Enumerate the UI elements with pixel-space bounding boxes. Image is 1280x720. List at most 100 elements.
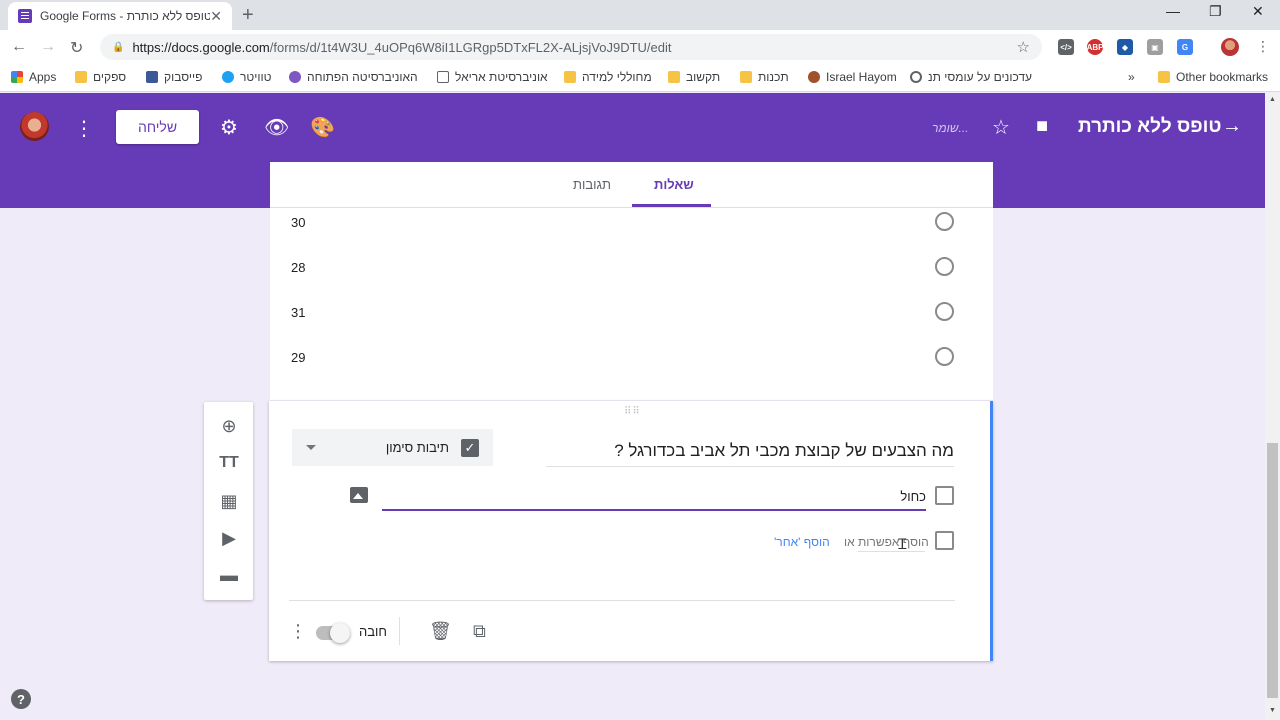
- list-item[interactable]: 29: [270, 347, 993, 367]
- radio-button[interactable]: [935, 302, 954, 321]
- page-icon: [437, 71, 449, 83]
- scroll-down-icon[interactable]: ▼: [1269, 707, 1276, 714]
- toggle-knob: [330, 623, 350, 643]
- or-text: או: [844, 535, 855, 549]
- add-video-icon[interactable]: ▶: [218, 527, 240, 549]
- browser-tab-strip: Google Forms - טופס ללא כותרת ✕ + — ❐ ✕: [0, 0, 1280, 30]
- preview-eye-icon[interactable]: 👁: [264, 115, 289, 140]
- delete-trash-icon[interactable]: 🗑: [429, 621, 452, 642]
- scrollbar[interactable]: ▲ ▼: [1265, 93, 1280, 720]
- question-title-input[interactable]: מה הצבעים של קבוצת מכבי תל אביב בכדורגל …: [546, 441, 954, 467]
- close-window-button[interactable]: ✕: [1252, 3, 1264, 20]
- back-arrow-icon[interactable]: ←: [11, 38, 27, 56]
- url-text[interactable]: https://docs.google.com/forms/d/1t4W3U_4…: [132, 40, 1016, 55]
- bookmark-item[interactable]: עדכונים על עומסי תנ: [910, 70, 1032, 84]
- bookmark-label: אוניברסיטת אריאל: [455, 70, 548, 84]
- bookmark-item[interactable]: תכנות: [740, 70, 789, 84]
- bookmark-apps[interactable]: Apps: [11, 70, 56, 84]
- tab-close-icon[interactable]: ✕: [210, 8, 222, 25]
- radio-button[interactable]: [935, 257, 954, 276]
- add-section-icon[interactable]: ▬: [218, 564, 240, 586]
- folder-icon: [1158, 71, 1170, 83]
- checkbox: [935, 531, 954, 550]
- bookmark-item[interactable]: טוויטר: [222, 70, 271, 84]
- option-label: 29: [291, 350, 306, 365]
- google-forms-favicon-icon: [18, 9, 32, 23]
- tab-responses[interactable]: תגובות: [573, 177, 611, 192]
- folder-icon: [668, 71, 680, 83]
- add-question-icon[interactable]: ⊕: [218, 415, 240, 437]
- send-button[interactable]: שליחה: [116, 110, 199, 144]
- radio-button[interactable]: [935, 347, 954, 366]
- more-options-icon[interactable]: ⋮: [289, 621, 307, 642]
- add-image-icon[interactable]: [350, 487, 368, 503]
- extension-label: ▣: [1151, 42, 1159, 52]
- back-to-forms-arrow-icon[interactable]: →: [1222, 115, 1242, 138]
- palette-icon[interactable]: 🎨: [310, 115, 335, 140]
- star-icon[interactable]: ☆: [992, 115, 1010, 140]
- settings-gear-icon[interactable]: ⚙: [220, 115, 238, 140]
- bookmark-item[interactable]: אוניברסיטת אריאל: [437, 70, 548, 84]
- scroll-up-icon[interactable]: ▲: [1269, 96, 1276, 103]
- other-bookmarks[interactable]: Other bookmarks: [1158, 70, 1268, 84]
- question-type-label: תיבות סימון: [385, 440, 449, 455]
- extension-translate-icon[interactable]: G: [1177, 39, 1193, 55]
- add-image-icon[interactable]: ▦: [218, 490, 240, 512]
- forward-arrow-icon[interactable]: →: [40, 38, 56, 56]
- checkbox[interactable]: [935, 486, 954, 505]
- more-options-icon[interactable]: ⋮: [74, 116, 94, 141]
- account-avatar[interactable]: [20, 112, 49, 141]
- option-label: 30: [291, 215, 306, 230]
- bookmark-label: תכנות: [758, 70, 789, 84]
- list-item[interactable]: 31: [270, 302, 993, 322]
- address-bar[interactable]: 🔒 https://docs.google.com/forms/d/1t4W3U…: [100, 34, 1042, 60]
- previous-question-card: 30 28 31 29: [270, 208, 993, 400]
- add-option-underline: [858, 551, 925, 552]
- bookmark-item[interactable]: ספקים: [75, 70, 126, 84]
- question-type-dropdown[interactable]: תיבות סימון ✓: [292, 429, 493, 466]
- folder-move-icon[interactable]: ■: [1036, 115, 1048, 138]
- radio-button[interactable]: [935, 212, 954, 231]
- extension-camera-icon[interactable]: ▣: [1147, 39, 1163, 55]
- text-cursor-icon: Ꮖ: [898, 536, 908, 552]
- extension-devtools-icon[interactable]: </>: [1058, 39, 1074, 55]
- footer-separator: [399, 617, 400, 645]
- bookmark-item[interactable]: האוניברסיטה הפתוחה: [289, 70, 418, 84]
- extension-cap-icon[interactable]: ◆: [1117, 39, 1133, 55]
- add-title-icon[interactable]: TT: [218, 452, 240, 474]
- extension-label: ◆: [1121, 42, 1129, 52]
- extension-adblock-icon[interactable]: ABP: [1087, 39, 1103, 55]
- option-label: 31: [291, 305, 306, 320]
- bookmark-item[interactable]: מחוללי למידה: [564, 70, 652, 84]
- bookmark-item[interactable]: פייסבוק: [146, 70, 202, 84]
- profile-avatar-icon[interactable]: [1221, 38, 1239, 56]
- list-item[interactable]: 28: [270, 257, 993, 277]
- divider: [289, 600, 955, 601]
- add-other-link[interactable]: הוסף 'אחר': [774, 535, 830, 549]
- form-title[interactable]: טופס ללא כותרת: [1078, 116, 1221, 138]
- reload-icon[interactable]: ↻: [70, 38, 83, 58]
- scroll-thumb[interactable]: [1267, 443, 1278, 698]
- add-option-link[interactable]: הוסף אפשרות: [858, 535, 929, 549]
- dropdown-caret-icon: [306, 445, 316, 450]
- active-question-card[interactable]: ⠿⠿ תיבות סימון ✓ מה הצבעים של קבוצת מכבי…: [269, 401, 993, 661]
- bookmark-label: פייסבוק: [164, 70, 203, 84]
- help-icon[interactable]: ?: [11, 689, 31, 709]
- bookmark-label: Apps: [29, 70, 57, 84]
- drag-handle-icon[interactable]: ⠿⠿: [624, 406, 641, 417]
- bookmark-item[interactable]: תקשוב: [668, 70, 720, 84]
- minimize-button[interactable]: —: [1166, 3, 1180, 19]
- restore-button[interactable]: ❐: [1209, 3, 1222, 20]
- list-item[interactable]: 30: [270, 212, 993, 232]
- required-toggle[interactable]: [316, 623, 350, 643]
- option-input[interactable]: כחול: [382, 481, 926, 511]
- tab-questions[interactable]: שאלות: [654, 177, 694, 192]
- bookmarks-overflow-icon[interactable]: »: [1128, 70, 1135, 84]
- bookmark-star-icon[interactable]: ☆: [1017, 38, 1030, 56]
- bookmark-item[interactable]: Israel Hayom: [808, 70, 897, 84]
- duplicate-icon[interactable]: ⧉: [473, 621, 486, 642]
- new-tab-button[interactable]: +: [242, 4, 254, 27]
- extension-label: ABP: [1086, 42, 1104, 52]
- browser-menu-icon[interactable]: ⋮: [1256, 38, 1270, 55]
- browser-tab[interactable]: Google Forms - טופס ללא כותרת ✕: [8, 2, 232, 30]
